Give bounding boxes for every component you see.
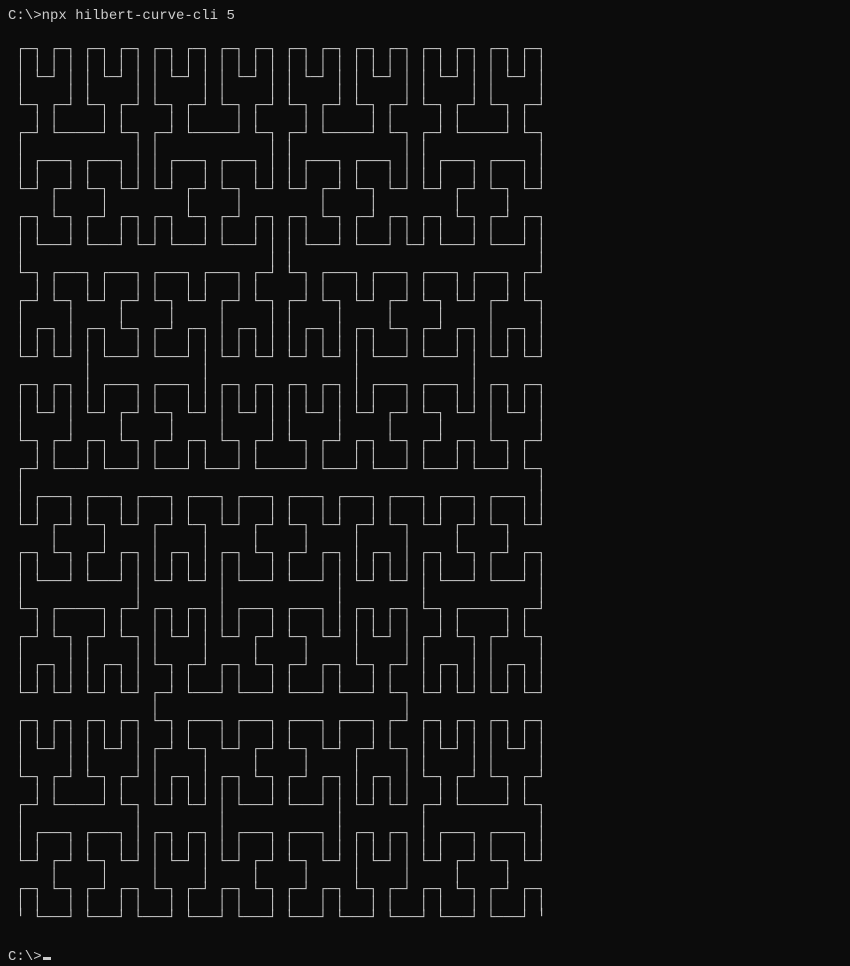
prompt-text-2: C:\> <box>8 949 42 965</box>
next-prompt-line[interactable]: C:\> <box>8 949 842 966</box>
command-line: C:\>npx hilbert-curve-cli 5 <box>8 8 842 25</box>
prompt-text: C:\> <box>8 8 42 24</box>
hilbert-curve-output: ┌─┐ ┌─┐ ┌─┐ ┌─┐ ┌─┐ ┌─┐ ┌─┐ ┌─┐ ┌─┐ ┌─┐ … <box>8 29 842 939</box>
command-text: npx hilbert-curve-cli 5 <box>42 8 235 24</box>
cursor-icon <box>43 957 51 960</box>
